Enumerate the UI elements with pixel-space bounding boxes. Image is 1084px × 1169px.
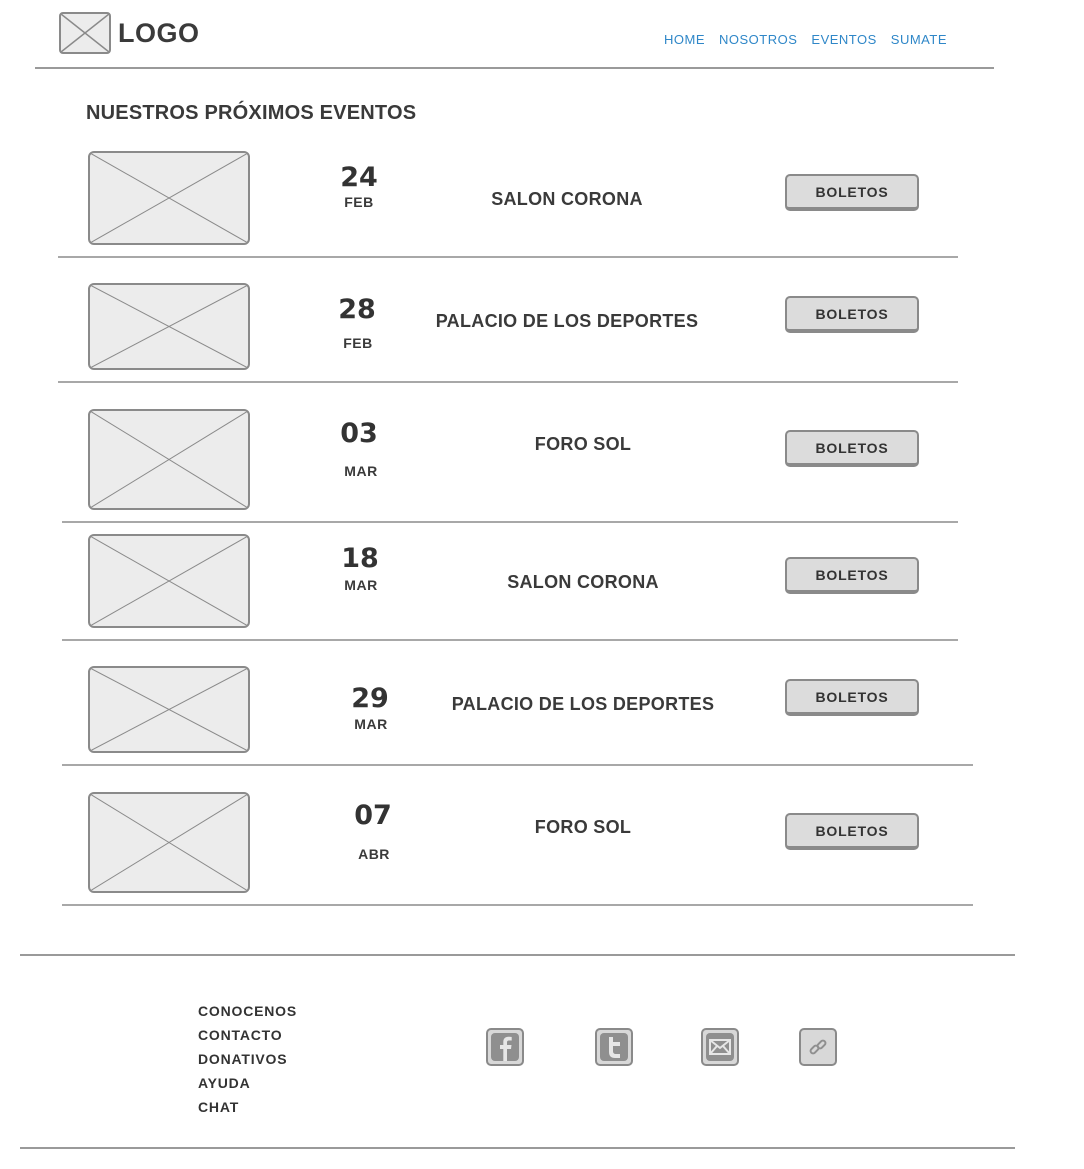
nav-eventos[interactable]: EVENTOS xyxy=(811,32,876,47)
event-image-placeholder xyxy=(88,409,250,510)
event-month: ABR xyxy=(358,846,390,862)
nav-nosotros[interactable]: NOSOTROS xyxy=(719,32,797,47)
event-day: 24 xyxy=(340,162,378,193)
tickets-button[interactable]: BOLETOS xyxy=(785,679,919,716)
event-day: 07 xyxy=(354,800,392,831)
event-day: 28 xyxy=(338,294,376,325)
section-title: NUESTROS PRÓXIMOS EVENTOS xyxy=(86,102,417,124)
event-day: 03 xyxy=(340,418,378,449)
event-venue: SALON CORONA xyxy=(491,189,643,209)
tickets-button[interactable]: BOLETOS xyxy=(785,430,919,467)
tickets-button[interactable]: BOLETOS xyxy=(785,813,919,850)
footer-links: CONOCENOS CONTACTO DONATIVOS AYUDA CHAT xyxy=(198,999,297,1119)
event-month: MAR xyxy=(344,577,378,593)
tickets-button[interactable]: BOLETOS xyxy=(785,557,919,594)
facebook-icon[interactable] xyxy=(486,1028,524,1066)
event-month: MAR xyxy=(344,463,378,479)
event-venue: PALACIO DE LOS DEPORTES xyxy=(451,694,715,714)
row-divider xyxy=(58,381,958,383)
row-divider xyxy=(62,764,973,766)
tickets-button[interactable]: BOLETOS xyxy=(785,296,919,333)
tickets-button[interactable]: BOLETOS xyxy=(785,174,919,211)
row-divider xyxy=(62,639,958,641)
event-day: 18 xyxy=(341,543,379,574)
main-nav: HOME NOSOTROS EVENTOS SUMATE xyxy=(664,32,947,47)
logo-image-placeholder xyxy=(59,12,111,54)
footer-link-donativos[interactable]: DONATIVOS xyxy=(198,1047,297,1071)
footer-top-divider xyxy=(20,954,1015,956)
event-venue: FORO SOL xyxy=(534,434,632,454)
event-month: MAR xyxy=(354,716,388,732)
event-venue: SALON CORONA xyxy=(507,572,659,592)
footer-bottom-divider xyxy=(20,1147,1015,1149)
row-divider xyxy=(58,256,958,258)
footer-link-conocenos[interactable]: CONOCENOS xyxy=(198,999,297,1023)
event-image-placeholder xyxy=(88,666,250,753)
nav-home[interactable]: HOME xyxy=(664,32,705,47)
email-icon[interactable] xyxy=(701,1028,739,1066)
event-image-placeholder xyxy=(88,534,250,628)
event-day: 29 xyxy=(351,683,389,714)
logo-text[interactable]: LOGO xyxy=(118,18,200,49)
event-image-placeholder xyxy=(88,792,250,893)
event-month: FEB xyxy=(344,194,374,210)
footer-link-chat[interactable]: CHAT xyxy=(198,1095,297,1119)
row-divider xyxy=(62,521,958,523)
event-venue: PALACIO DE LOS DEPORTES xyxy=(435,311,699,331)
header-divider xyxy=(35,67,994,69)
footer-link-ayuda[interactable]: AYUDA xyxy=(198,1071,297,1095)
event-venue: FORO SOL xyxy=(534,817,632,837)
row-divider xyxy=(62,904,973,906)
link-icon[interactable] xyxy=(799,1028,837,1066)
footer-link-contacto[interactable]: CONTACTO xyxy=(198,1023,297,1047)
event-image-placeholder xyxy=(88,283,250,370)
event-month: FEB xyxy=(343,335,373,351)
event-image-placeholder xyxy=(88,151,250,245)
twitter-icon[interactable] xyxy=(595,1028,633,1066)
nav-sumate[interactable]: SUMATE xyxy=(891,32,947,47)
